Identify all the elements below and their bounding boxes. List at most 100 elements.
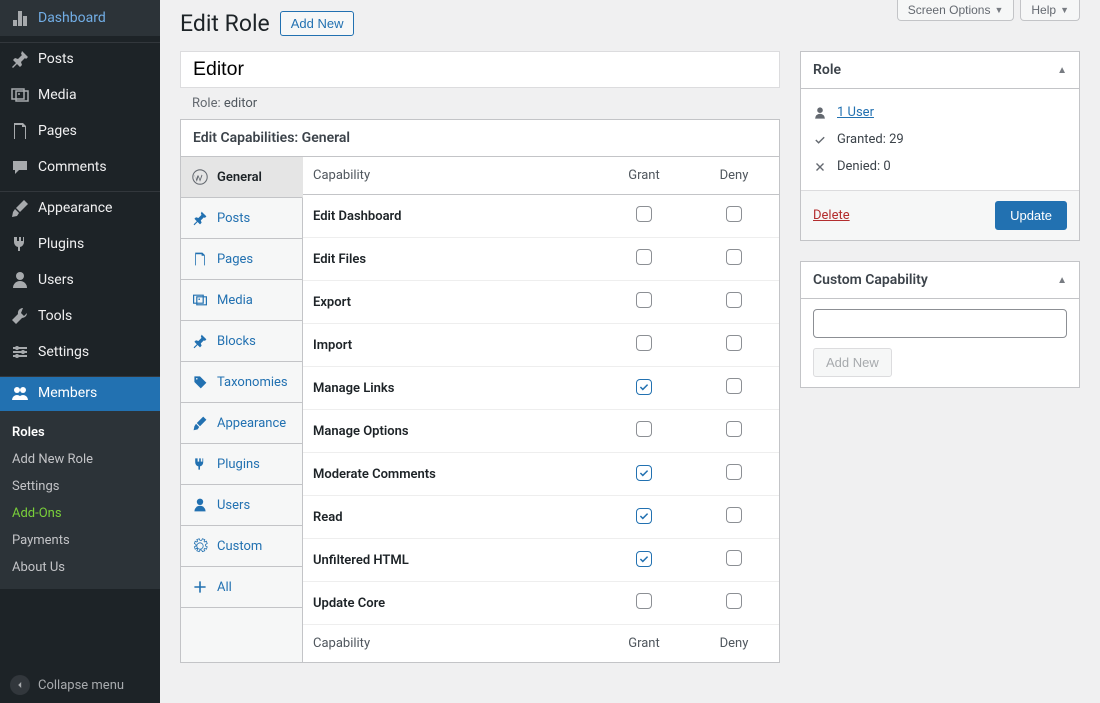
capability-name: Edit Files <box>303 238 599 281</box>
appearance-icon <box>191 414 209 432</box>
menu-label: Tools <box>38 308 72 324</box>
capability-name: Unfiltered HTML <box>303 539 599 582</box>
capability-name: Import <box>303 324 599 367</box>
unchecked-checkbox[interactable] <box>636 335 652 351</box>
users-link[interactable]: 1 User <box>837 105 874 120</box>
capability-name: Manage Links <box>303 367 599 410</box>
unchecked-checkbox[interactable] <box>726 550 742 566</box>
tab-blocks[interactable]: Blocks <box>181 321 302 362</box>
unchecked-checkbox[interactable] <box>636 292 652 308</box>
role-box-header[interactable]: Role▲ <box>801 52 1079 89</box>
brush-icon <box>10 198 30 218</box>
tab-media[interactable]: Media <box>181 280 302 321</box>
tab-taxonomies[interactable]: Taxonomies <box>181 362 302 403</box>
tab-pages[interactable]: Pages <box>181 239 302 280</box>
unchecked-checkbox[interactable] <box>726 464 742 480</box>
checked-checkbox[interactable] <box>636 551 652 567</box>
submenu-item[interactable]: Add-Ons <box>0 500 160 527</box>
menu-tools[interactable]: Tools <box>0 298 160 334</box>
capability-row: Import <box>303 324 779 367</box>
tab-label: Plugins <box>217 457 260 472</box>
tab-label: Users <box>217 498 250 513</box>
unchecked-checkbox[interactable] <box>726 206 742 222</box>
capabilities-panel: Edit Capabilities: General General Posts P… <box>180 119 780 663</box>
add-new-role-button[interactable]: Add New <box>280 11 355 36</box>
submenu-item[interactable]: Roles <box>0 419 160 446</box>
tab-appearance[interactable]: Appearance <box>181 403 302 444</box>
menu-users[interactable]: Users <box>0 262 160 298</box>
update-role-button[interactable]: Update <box>995 201 1067 230</box>
capability-row: Read <box>303 496 779 539</box>
panel-heading: Edit Capabilities: General <box>181 120 779 157</box>
tab-all[interactable]: All <box>181 567 302 608</box>
tab-label: Posts <box>217 211 250 226</box>
capability-row: Moderate Comments <box>303 453 779 496</box>
add-capability-button[interactable]: Add New <box>813 348 892 377</box>
tab-custom[interactable]: Custom <box>181 526 302 567</box>
menu-label: Posts <box>38 51 74 67</box>
menu-label: Dashboard <box>38 10 106 26</box>
delete-role-link[interactable]: Delete <box>813 208 850 223</box>
menu-appearance[interactable]: Appearance <box>0 191 160 226</box>
custom-box-header[interactable]: Custom Capability▲ <box>801 262 1079 299</box>
unchecked-checkbox[interactable] <box>726 421 742 437</box>
submenu-item[interactable]: Payments <box>0 527 160 554</box>
settings-icon <box>10 342 30 362</box>
pages-icon <box>191 250 209 268</box>
capability-row: Edit Dashboard <box>303 195 779 238</box>
checked-checkbox[interactable] <box>636 465 652 481</box>
chevron-down-icon: ▼ <box>1060 5 1069 15</box>
tab-users[interactable]: Users <box>181 485 302 526</box>
custom-capability-box: Custom Capability▲ Add New <box>800 261 1080 388</box>
label: Role <box>813 62 841 78</box>
menu-comments[interactable]: Comments <box>0 149 160 185</box>
help-button[interactable]: Help ▼ <box>1020 0 1080 21</box>
capability-tabs: General Posts Pages Media BlocksTaxonomiesAp… <box>181 157 303 662</box>
capability-row: Manage Options <box>303 410 779 453</box>
label: Granted: 29 <box>837 132 904 147</box>
submenu-item[interactable]: Add New Role <box>0 446 160 473</box>
label: Help <box>1031 3 1056 17</box>
collapse-menu[interactable]: Collapse menu <box>0 667 160 703</box>
media-icon <box>10 85 30 105</box>
blocks-icon <box>191 332 209 350</box>
capability-name: Manage Options <box>303 410 599 453</box>
unchecked-checkbox[interactable] <box>636 206 652 222</box>
menu-media[interactable]: Media <box>0 77 160 113</box>
checked-checkbox[interactable] <box>636 379 652 395</box>
menu-pages[interactable]: Pages <box>0 113 160 149</box>
submenu-item[interactable]: Settings <box>0 473 160 500</box>
tab-label: Media <box>217 293 253 308</box>
unchecked-checkbox[interactable] <box>726 507 742 523</box>
unchecked-checkbox[interactable] <box>636 421 652 437</box>
x-icon <box>813 160 829 174</box>
custom-capability-input[interactable] <box>813 309 1067 338</box>
capability-row: Edit Files <box>303 238 779 281</box>
unchecked-checkbox[interactable] <box>726 378 742 394</box>
tab-general[interactable]: General <box>181 157 303 198</box>
admin-menu: Dashboard Posts Media Pages Comments App… <box>0 0 160 667</box>
unchecked-checkbox[interactable] <box>636 593 652 609</box>
col-capability: Capability <box>303 157 599 195</box>
unchecked-checkbox[interactable] <box>726 593 742 609</box>
menu-label: Members <box>38 385 97 401</box>
wrench-icon <box>10 306 30 326</box>
menu-label: Settings <box>38 344 89 360</box>
screen-options-button[interactable]: Screen Options▼ <box>897 0 1015 21</box>
menu-plugins[interactable]: Plugins <box>0 226 160 262</box>
checked-checkbox[interactable] <box>636 508 652 524</box>
tab-plugins[interactable]: Plugins <box>181 444 302 485</box>
unchecked-checkbox[interactable] <box>636 249 652 265</box>
unchecked-checkbox[interactable] <box>726 249 742 265</box>
posts-icon <box>191 209 209 227</box>
menu-settings[interactable]: Settings <box>0 334 160 370</box>
submenu-item[interactable]: About Us <box>0 554 160 581</box>
label: Screen Options <box>908 3 991 17</box>
menu-members[interactable]: Members <box>0 376 160 411</box>
tab-posts[interactable]: Posts <box>181 198 302 239</box>
menu-posts[interactable]: Posts <box>0 42 160 77</box>
role-name-input[interactable] <box>181 52 779 87</box>
menu-dashboard[interactable]: Dashboard <box>0 0 160 36</box>
unchecked-checkbox[interactable] <box>726 335 742 351</box>
unchecked-checkbox[interactable] <box>726 292 742 308</box>
